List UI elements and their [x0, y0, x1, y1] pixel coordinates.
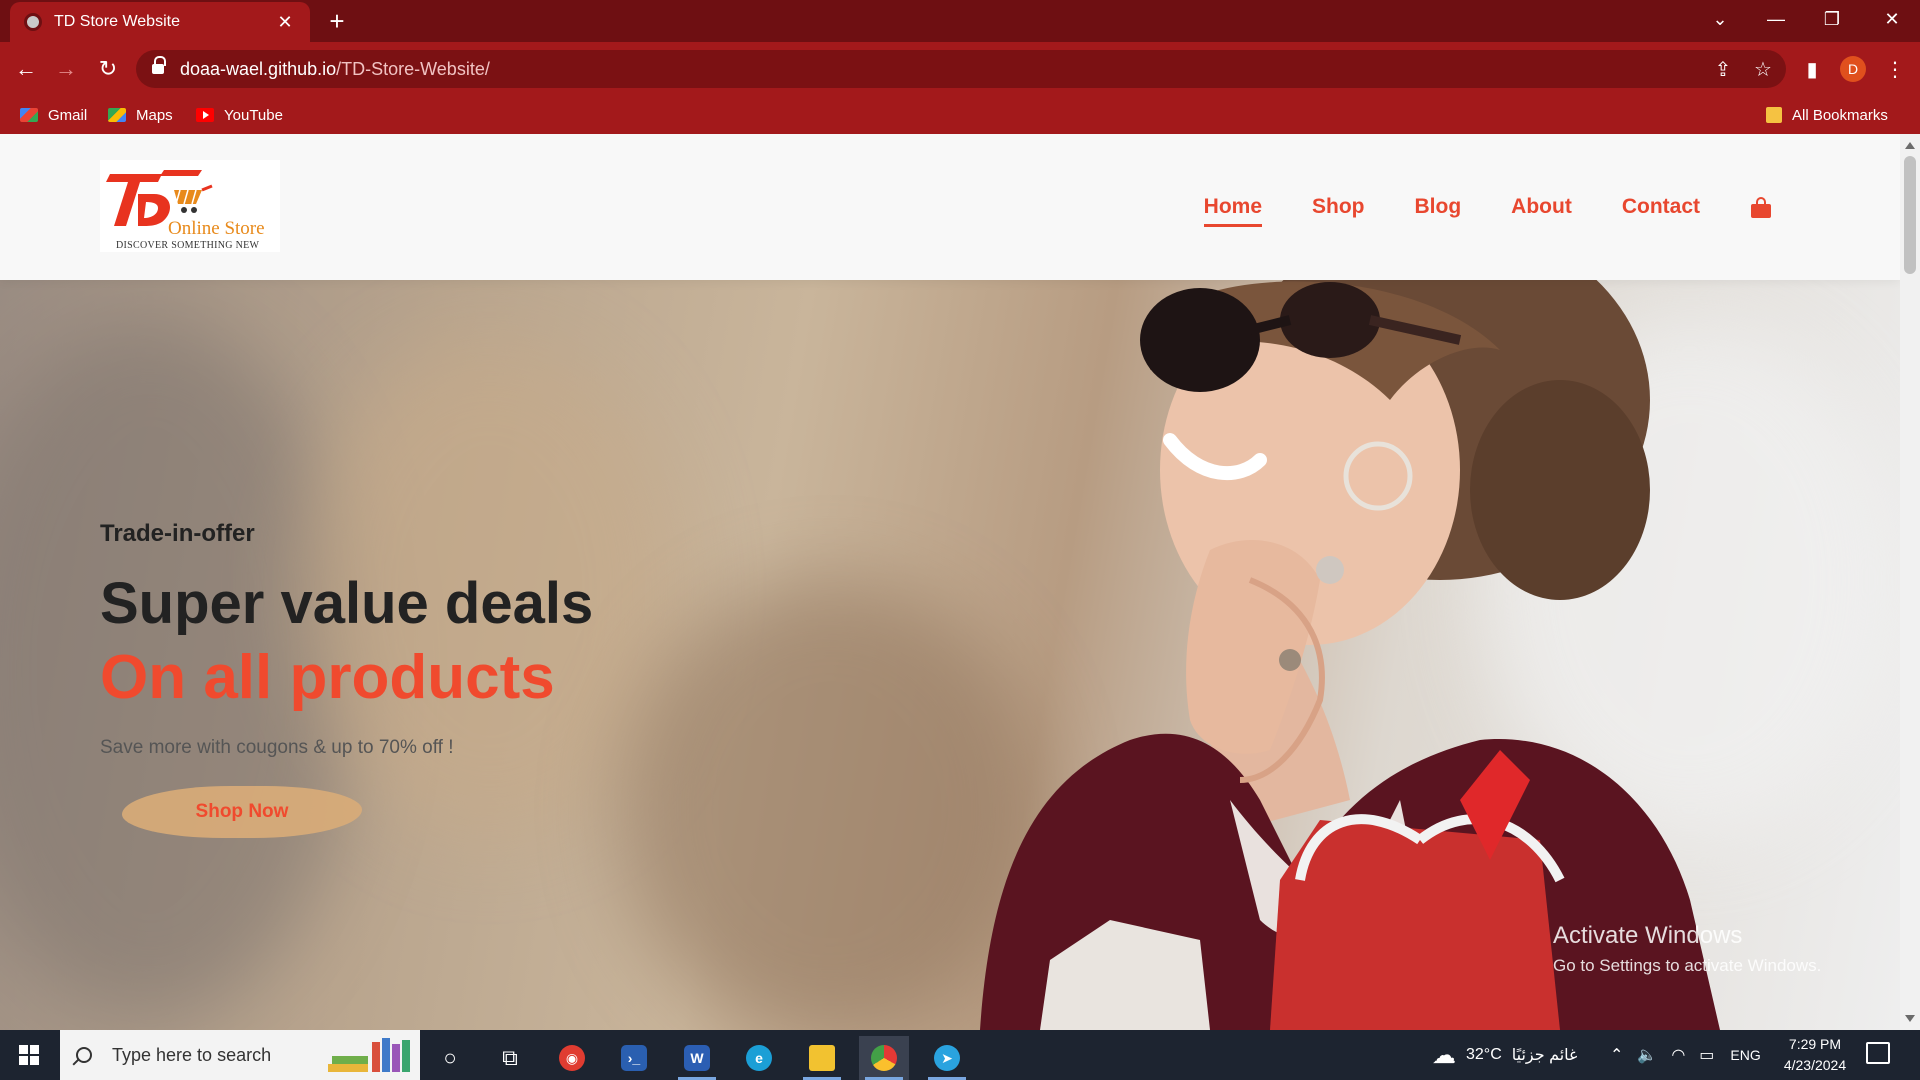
battery-icon[interactable]: ▭ [1699, 1045, 1714, 1065]
hero-text-block: Trade-in-offer Super value deals On all … [100, 520, 594, 838]
page-scrollbar[interactable] [1900, 134, 1920, 1030]
site-favicon-icon [24, 13, 42, 31]
bookmark-star-icon[interactable]: ☆ [1748, 54, 1778, 84]
books-illustration-icon [328, 1038, 410, 1072]
nav-contact[interactable]: Contact [1622, 195, 1700, 219]
shop-now-label: Shop Now [195, 801, 289, 822]
tab-search-icon[interactable]: ⌄ [1692, 0, 1748, 38]
shop-now-button[interactable]: Shop Now [122, 782, 362, 842]
youtube-icon [196, 108, 214, 122]
browser-toolbar: ← → ↻ doaa-wael.github.io/TD-Store-Websi… [0, 42, 1920, 96]
browser-tab-bar: TD Store Website ✕ + ⌄ — ❐ ✕ [0, 0, 1920, 42]
edge-icon[interactable]: e [734, 1036, 784, 1080]
share-icon[interactable]: ⇪ [1708, 54, 1738, 84]
hero-highlight: On all products [100, 642, 555, 712]
bookmark-gmail[interactable]: Gmail [20, 96, 87, 134]
restore-window-button[interactable]: ❐ [1804, 0, 1860, 38]
activate-windows-title: Activate Windows [1553, 922, 1743, 949]
taskbar-search-box[interactable]: Type here to search [60, 1030, 420, 1080]
all-bookmarks-label: All Bookmarks [1792, 106, 1888, 124]
page-viewport: Online Store DISCOVER SOMETHING NEW Home… [0, 134, 1900, 1030]
word-icon[interactable]: W [672, 1036, 722, 1080]
clock-date: 4/23/2024 [1783, 1057, 1847, 1073]
wifi-icon[interactable]: ◠ [1671, 1045, 1685, 1065]
reload-button[interactable]: ↻ [90, 51, 126, 87]
file-explorer-icon[interactable] [797, 1036, 847, 1080]
volume-icon[interactable]: 🔈 [1637, 1045, 1657, 1065]
hero-banner: Trade-in-offer Super value deals On all … [0, 280, 1900, 1030]
bookmark-maps[interactable]: Maps [108, 96, 173, 134]
language-indicator[interactable]: ENG [1730, 1047, 1760, 1063]
maps-icon [108, 108, 126, 122]
scroll-up-arrow-icon[interactable] [1905, 142, 1915, 149]
new-tab-button[interactable]: + [322, 6, 352, 36]
browser-tab[interactable]: TD Store Website ✕ [10, 2, 310, 42]
weather-temp: 32°C [1466, 1046, 1502, 1063]
url-host: doaa-wael.github.io [180, 58, 337, 79]
nav-about[interactable]: About [1511, 195, 1572, 219]
windows-taskbar: Type here to search ○ ⧉ ◉ ›_ W e ➤ ☁ 32°… [0, 1030, 1920, 1080]
profile-avatar[interactable]: D [1840, 56, 1866, 82]
logo-brand-text: Online Store [168, 218, 265, 239]
search-icon [76, 1047, 92, 1063]
hero-headline: Super value deals [100, 571, 594, 636]
close-tab-icon[interactable]: ✕ [274, 12, 296, 33]
task-view-icon[interactable]: ⧉ [485, 1036, 535, 1080]
logo-tagline: DISCOVER SOMETHING NEW [116, 240, 260, 251]
taskbar-clock[interactable]: 7:29 PM 4/23/2024 [1770, 1034, 1860, 1076]
url-path: /TD-Store-Website/ [336, 58, 490, 79]
weather-cloud-icon: ☁ [1432, 1041, 1456, 1069]
bookmark-label: YouTube [224, 106, 283, 124]
nav-blog[interactable]: Blog [1415, 195, 1462, 219]
clock-time: 7:29 PM [1788, 1036, 1842, 1052]
all-bookmarks-button[interactable]: All Bookmarks [1766, 96, 1888, 134]
activate-windows-watermark: Activate Windows Go to Settings to activ… [1553, 922, 1821, 976]
app-launcher-icon[interactable]: ◉ [547, 1036, 597, 1080]
back-button[interactable]: ← [8, 51, 44, 87]
scroll-down-arrow-icon[interactable] [1905, 1015, 1915, 1022]
browser-menu-icon[interactable]: ⋮ [1880, 54, 1910, 84]
side-panel-icon[interactable]: ▮ [1797, 54, 1827, 84]
chrome-icon[interactable] [859, 1036, 909, 1080]
nav-home[interactable]: Home [1203, 195, 1263, 227]
show-hidden-icons-icon[interactable]: ⌃ [1610, 1045, 1623, 1065]
hero-eyebrow: Trade-in-offer [100, 520, 255, 547]
system-tray: ⌃ 🔈 ◠ ▭ ENG [1610, 1030, 1761, 1080]
hero-subtext: Save more with cougons & up to 70% off ! [100, 737, 454, 759]
search-placeholder: Type here to search [112, 1044, 272, 1065]
powershell-icon[interactable]: ›_ [609, 1036, 659, 1080]
site-header: Online Store DISCOVER SOMETHING NEW Home… [0, 134, 1900, 280]
lock-icon [152, 56, 166, 76]
folder-icon [1766, 107, 1782, 123]
shopping-bag-icon[interactable] [1750, 196, 1772, 218]
forward-button[interactable]: → [48, 51, 84, 87]
nav-shop[interactable]: Shop [1312, 195, 1365, 219]
site-logo[interactable]: Online Store DISCOVER SOMETHING NEW [100, 160, 280, 252]
weather-desc: غائم جزئيًا [1511, 1047, 1578, 1064]
bookmark-youtube[interactable]: YouTube [196, 96, 283, 134]
telegram-icon[interactable]: ➤ [922, 1036, 972, 1080]
activate-windows-subtitle: Go to Settings to activate Windows. [1553, 956, 1822, 975]
close-window-button[interactable]: ✕ [1864, 0, 1920, 38]
tab-title: TD Store Website [54, 13, 180, 30]
notifications-icon[interactable] [1866, 1042, 1890, 1064]
main-nav: Home Shop Blog About Contact [1154, 134, 1772, 280]
bookmarks-bar: Gmail Maps YouTube All Bookmarks [0, 96, 1920, 134]
gmail-icon [20, 108, 38, 122]
minimize-window-button[interactable]: — [1748, 0, 1804, 38]
address-bar[interactable]: doaa-wael.github.io/TD-Store-Website/ [136, 50, 1786, 88]
bookmark-label: Maps [136, 106, 173, 124]
weather-widget[interactable]: ☁ 32°C غائم جزئيًا [1432, 1030, 1577, 1080]
start-button[interactable] [0, 1030, 58, 1080]
windows-logo-icon [19, 1045, 39, 1065]
cortana-icon[interactable]: ○ [425, 1036, 475, 1080]
scrollbar-thumb[interactable] [1904, 156, 1916, 274]
bookmark-label: Gmail [48, 106, 88, 124]
